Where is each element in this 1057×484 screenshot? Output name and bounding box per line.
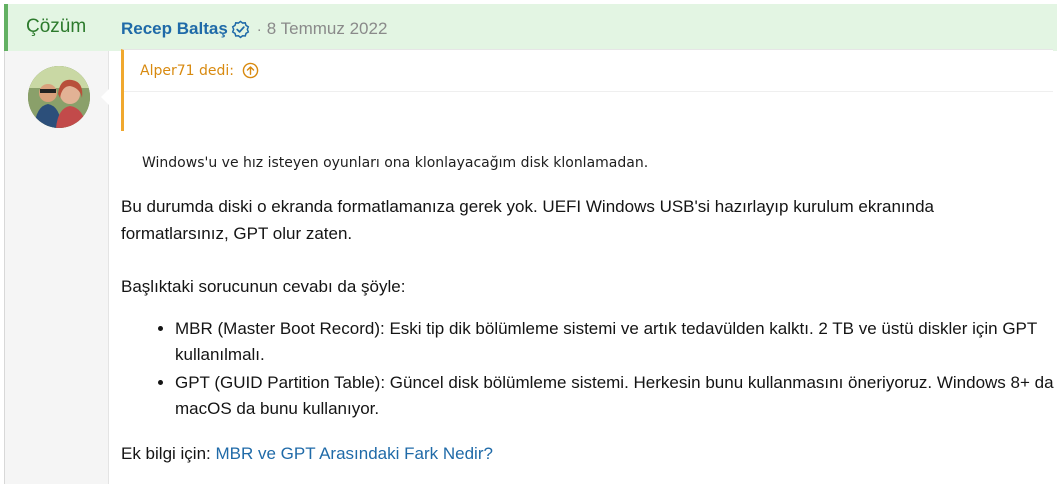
paragraph-1: Bu durumda diski o ekranda formatlamanız… <box>121 197 934 243</box>
post-header: Recep Baltaş · 8 Temmuz 2022 <box>121 18 387 40</box>
user-cell <box>5 51 109 484</box>
header-separator: · <box>256 20 262 38</box>
definition-list: MBR (Master Boot Record): Eski tip dik b… <box>121 316 1055 424</box>
quote-block: Alper71 dedi: <box>121 49 1053 131</box>
quote-author[interactable]: Alper71 dedi: <box>140 63 234 79</box>
paragraph-2: Başlıktaki sorucunun cevabı da şöyle: <box>121 277 406 296</box>
quote-header[interactable]: Alper71 dedi: <box>140 62 259 79</box>
verified-badge-icon <box>231 19 250 39</box>
list-item: GPT (GUID Partition Table): Güncel disk … <box>175 370 1055 422</box>
more-info-prefix: Ek bilgi için: <box>121 444 216 463</box>
quote-divider <box>124 91 1053 92</box>
post-date[interactable]: 8 Temmuz 2022 <box>267 19 388 39</box>
more-info-link[interactable]: MBR ve GPT Arasındaki Fark Nedir? <box>215 444 492 463</box>
more-info-line: Ek bilgi için: MBR ve GPT Arasındaki Far… <box>121 440 493 467</box>
quote-text: Windows'u ve hız isteyen oyunları ona kl… <box>142 155 649 171</box>
author-name[interactable]: Recep Baltaş <box>121 19 228 39</box>
solution-label: Çözüm <box>26 16 87 37</box>
avatar-pointer <box>101 89 109 105</box>
avatar[interactable] <box>28 66 90 128</box>
arrow-up-circle-icon[interactable] <box>242 62 259 79</box>
list-item: MBR (Master Boot Record): Eski tip dik b… <box>175 316 1055 368</box>
